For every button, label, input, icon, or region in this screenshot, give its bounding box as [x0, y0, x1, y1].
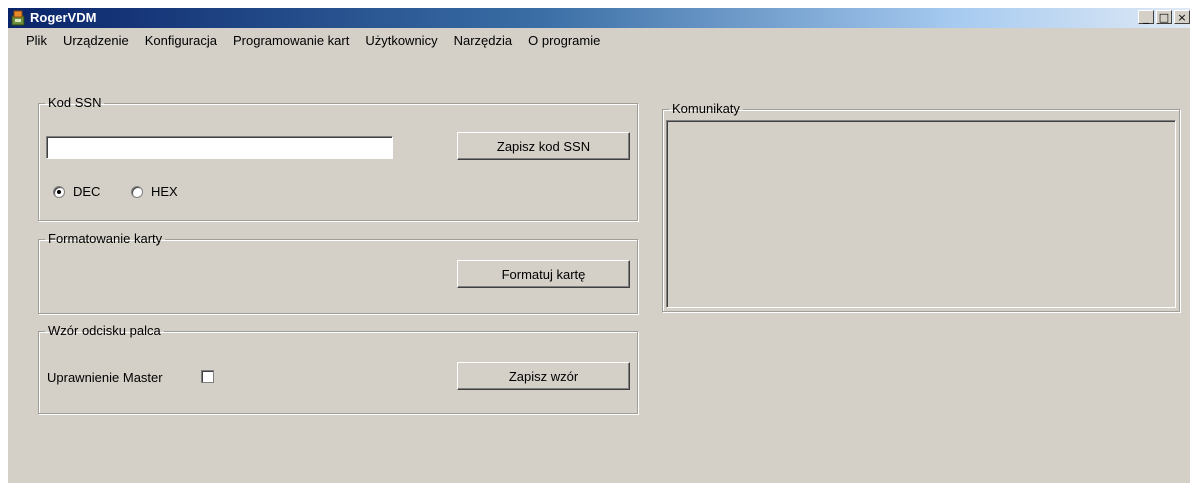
menu-bar: Plik Urządzenie Konfiguracja Programowan… [8, 28, 1190, 54]
app-icon [11, 10, 25, 26]
menu-urzadzenie[interactable]: Urządzenie [55, 28, 137, 54]
window-title: RogerVDM [30, 10, 97, 25]
fingerprint-group-legend: Wzór odcisku palca [48, 323, 161, 338]
master-permission-label: Uprawnienie Master [47, 370, 163, 385]
master-permission-checkbox[interactable] [201, 370, 214, 383]
save-pattern-button[interactable]: Zapisz wzór [457, 362, 630, 390]
format-group-legend: Formatowanie karty [48, 231, 163, 246]
minimize-button[interactable]: _ [1138, 10, 1154, 24]
title-bar[interactable]: RogerVDM _ □ × [8, 8, 1190, 28]
main-window: RogerVDM _ □ × Plik Urządzenie Konfigura… [8, 8, 1190, 483]
menu-programowanie-kart[interactable]: Programowanie kart [225, 28, 357, 54]
ssn-input[interactable] [46, 136, 393, 159]
menu-konfiguracja[interactable]: Konfiguracja [137, 28, 225, 54]
ssn-group-legend: Kod SSN [48, 95, 102, 110]
menu-plik[interactable]: Plik [8, 28, 55, 54]
hex-radio[interactable] [131, 186, 143, 198]
hex-radio-label: HEX [151, 184, 178, 199]
format-card-button[interactable]: Formatuj kartę [457, 260, 630, 288]
dec-radio[interactable] [53, 186, 65, 198]
messages-group-legend: Komunikaty [672, 101, 740, 116]
close-icon: × [1177, 11, 1187, 24]
save-ssn-button[interactable]: Zapisz kod SSN [457, 132, 630, 160]
maximize-button[interactable]: □ [1156, 10, 1172, 24]
dec-radio-label: DEC [73, 184, 101, 199]
menu-uzytkownicy[interactable]: Użytkownicy [357, 28, 445, 54]
menu-narzedzia[interactable]: Narzędzia [446, 28, 521, 54]
close-button[interactable]: × [1174, 10, 1190, 24]
menu-o-programie[interactable]: O programie [520, 28, 608, 54]
window-controls: _ □ × [1136, 10, 1190, 26]
maximize-icon: □ [1158, 11, 1170, 24]
messages-box[interactable] [666, 120, 1176, 308]
minimize-icon: _ [1143, 11, 1149, 24]
